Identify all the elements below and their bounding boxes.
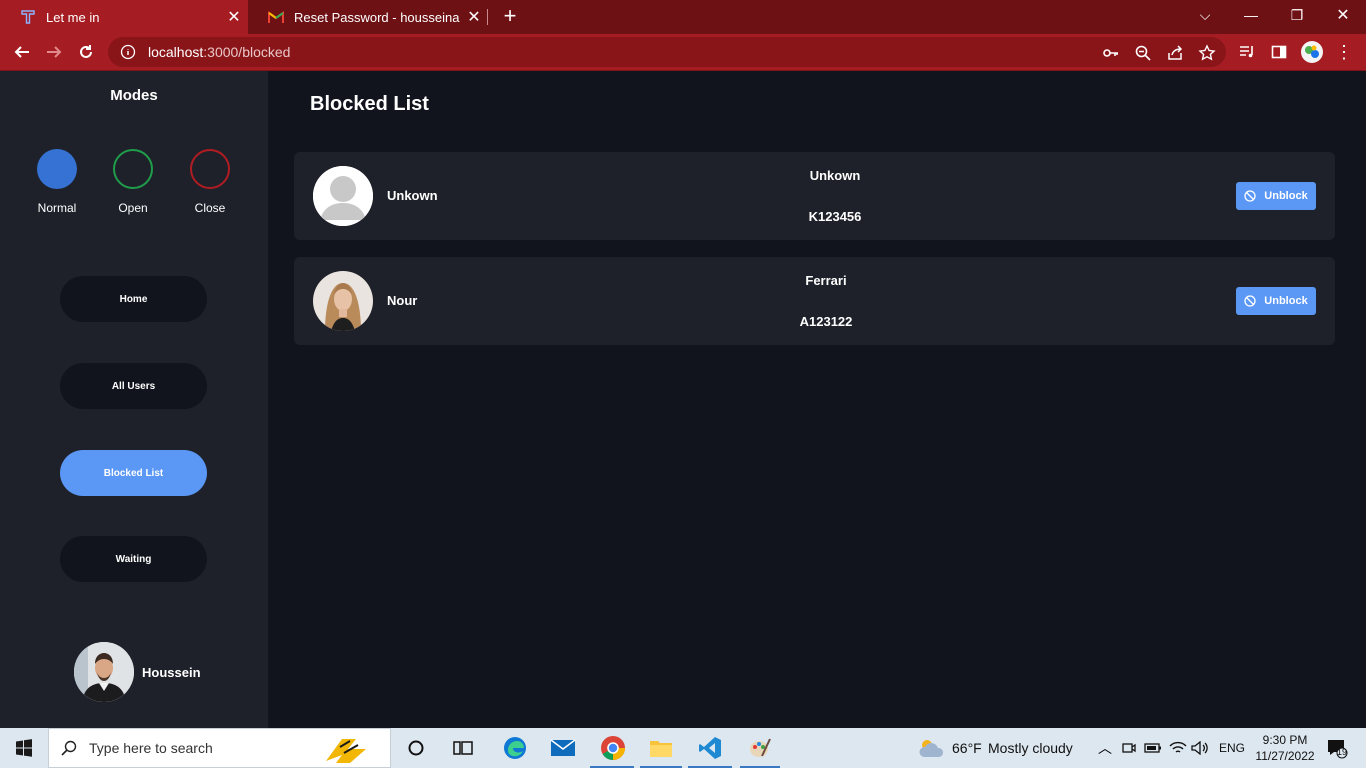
tab-divider	[487, 9, 488, 25]
windows-taskbar: Type here to search 66°F Mostly cloudy ︿	[0, 728, 1366, 768]
clock-time: 9:30 PM	[1262, 733, 1308, 747]
blocked-car-model: Ferrari	[805, 273, 847, 288]
back-icon[interactable]	[9, 39, 35, 65]
taskbar-search-box[interactable]: Type here to search	[48, 728, 391, 768]
avatar[interactable]	[74, 642, 134, 702]
tab-search-chevron-icon[interactable]: ⌵	[1182, 0, 1228, 30]
nav-home-button[interactable]: Home	[60, 276, 207, 322]
key-icon[interactable]	[1102, 44, 1120, 62]
forward-icon[interactable]	[41, 39, 67, 65]
main-content: Blocked List Unkown Unkown K123456 Unblo…	[268, 71, 1366, 728]
weather-text[interactable]: Mostly cloudy	[988, 740, 1073, 756]
mode-open-dot[interactable]	[113, 149, 153, 189]
app-favicon-icon	[20, 9, 36, 25]
nav-all-users-button[interactable]: All Users	[60, 363, 207, 409]
restore-icon[interactable]: ❐	[1274, 0, 1320, 30]
page-title: Blocked List	[310, 93, 429, 115]
user-profile[interactable]: Houssein	[74, 642, 201, 702]
nav-blocked-list-button[interactable]: Blocked List	[60, 450, 207, 496]
side-panel-icon[interactable]	[1266, 39, 1292, 65]
mode-close[interactable]: Close	[170, 149, 250, 215]
gmail-icon	[268, 9, 284, 25]
modes-title: Modes	[110, 87, 158, 104]
system-clock[interactable]: 9:30 PM 11/27/2022	[1248, 732, 1322, 764]
nav-waiting-button[interactable]: Waiting	[60, 536, 207, 582]
close-window-icon[interactable]: ✕	[1320, 0, 1366, 30]
blocked-user-name: Nour	[387, 293, 418, 308]
browser-toolbar: localhost:3000/blocked ⋮	[0, 34, 1366, 71]
mode-label: Open	[118, 201, 148, 215]
show-hidden-icons-chevron-icon[interactable]: ︿	[1096, 728, 1114, 768]
menu-kebab-icon[interactable]: ⋮	[1331, 39, 1357, 65]
profile-name: Houssein	[142, 664, 201, 680]
user-photo-avatar	[313, 271, 373, 331]
minimize-icon[interactable]: —	[1228, 0, 1274, 30]
blocked-car-model: Unkown	[809, 168, 861, 183]
sidebar: Modes Normal Open Close Home All Users B…	[0, 71, 268, 728]
mode-normal[interactable]: Normal	[17, 149, 97, 215]
unblock-button[interactable]: Unblock	[1236, 182, 1316, 210]
wifi-icon[interactable]	[1168, 728, 1188, 768]
reload-icon[interactable]	[73, 39, 99, 65]
site-info-icon[interactable]	[120, 44, 136, 60]
task-view-icon[interactable]	[444, 728, 482, 768]
unblock-label: Unblock	[1264, 295, 1308, 307]
battery-icon[interactable]	[1143, 728, 1163, 768]
clock-date: 11/27/2022	[1255, 749, 1315, 763]
mode-label: Normal	[37, 201, 77, 215]
weather-cloud-icon[interactable]	[916, 728, 948, 768]
tab-title: Let me in	[46, 9, 100, 25]
unblock-label: Unblock	[1264, 190, 1308, 202]
edge-icon[interactable]	[496, 728, 534, 768]
mode-open[interactable]: Open	[93, 149, 173, 215]
chrome-icon[interactable]	[592, 728, 634, 768]
mail-icon[interactable]	[544, 728, 582, 768]
notification-count: 19	[1337, 747, 1348, 757]
weather-temp[interactable]: 66°F	[952, 740, 982, 756]
search-placeholder: Type here to search	[89, 740, 213, 756]
tab-title: Reset Password - housseinalialdroubi	[294, 9, 460, 25]
block-icon	[1244, 190, 1256, 202]
file-explorer-icon[interactable]	[642, 728, 680, 768]
media-control-icon[interactable]	[1234, 39, 1260, 65]
new-tab-icon[interactable]: +	[498, 4, 522, 28]
blocked-card: Unkown Unkown K123456 Unblock	[294, 152, 1335, 240]
profile-avatar-icon[interactable]	[1299, 39, 1325, 65]
default-avatar-icon	[313, 166, 373, 226]
cortana-icon[interactable]	[398, 728, 434, 768]
blocked-plate-number: A123122	[799, 314, 853, 329]
browser-tab-bar: Let me in ✕ Reset Password - housseinali…	[0, 0, 1366, 34]
paint-icon[interactable]	[740, 728, 780, 768]
unblock-button[interactable]: Unblock	[1236, 287, 1316, 315]
blocked-plate-number: K123456	[808, 209, 862, 224]
search-icon	[61, 740, 77, 756]
blocked-user-name: Unkown	[387, 188, 438, 203]
vscode-icon[interactable]	[690, 728, 730, 768]
volume-icon[interactable]	[1190, 728, 1210, 768]
bookmark-star-icon[interactable]	[1198, 44, 1216, 62]
tab-reset-password[interactable]: Reset Password - housseinalialdroubi ✕	[248, 0, 488, 34]
tab-close-icon[interactable]: ✕	[220, 7, 248, 27]
mode-label: Close	[194, 201, 226, 215]
notification-center-icon[interactable]: 19	[1322, 728, 1352, 768]
mode-close-dot[interactable]	[190, 149, 230, 189]
address-bar[interactable]: localhost:3000/blocked	[108, 37, 1226, 67]
url-host: localhost	[148, 44, 204, 60]
tab-let-me-in[interactable]: Let me in ✕	[0, 0, 248, 34]
zoom-icon[interactable]	[1134, 44, 1152, 62]
tab-close-icon[interactable]: ✕	[460, 7, 488, 27]
meet-now-icon[interactable]	[1120, 728, 1138, 768]
mode-normal-dot[interactable]	[37, 149, 77, 189]
language-indicator[interactable]: ENG	[1219, 741, 1245, 755]
blocked-card: Nour Ferrari A123122 Unblock	[294, 257, 1335, 345]
block-icon	[1244, 295, 1256, 307]
url-path: :3000/blocked	[203, 44, 291, 60]
share-icon[interactable]	[1166, 44, 1184, 62]
windows-start-icon[interactable]	[0, 728, 48, 768]
search-highlight-icon	[322, 731, 376, 768]
